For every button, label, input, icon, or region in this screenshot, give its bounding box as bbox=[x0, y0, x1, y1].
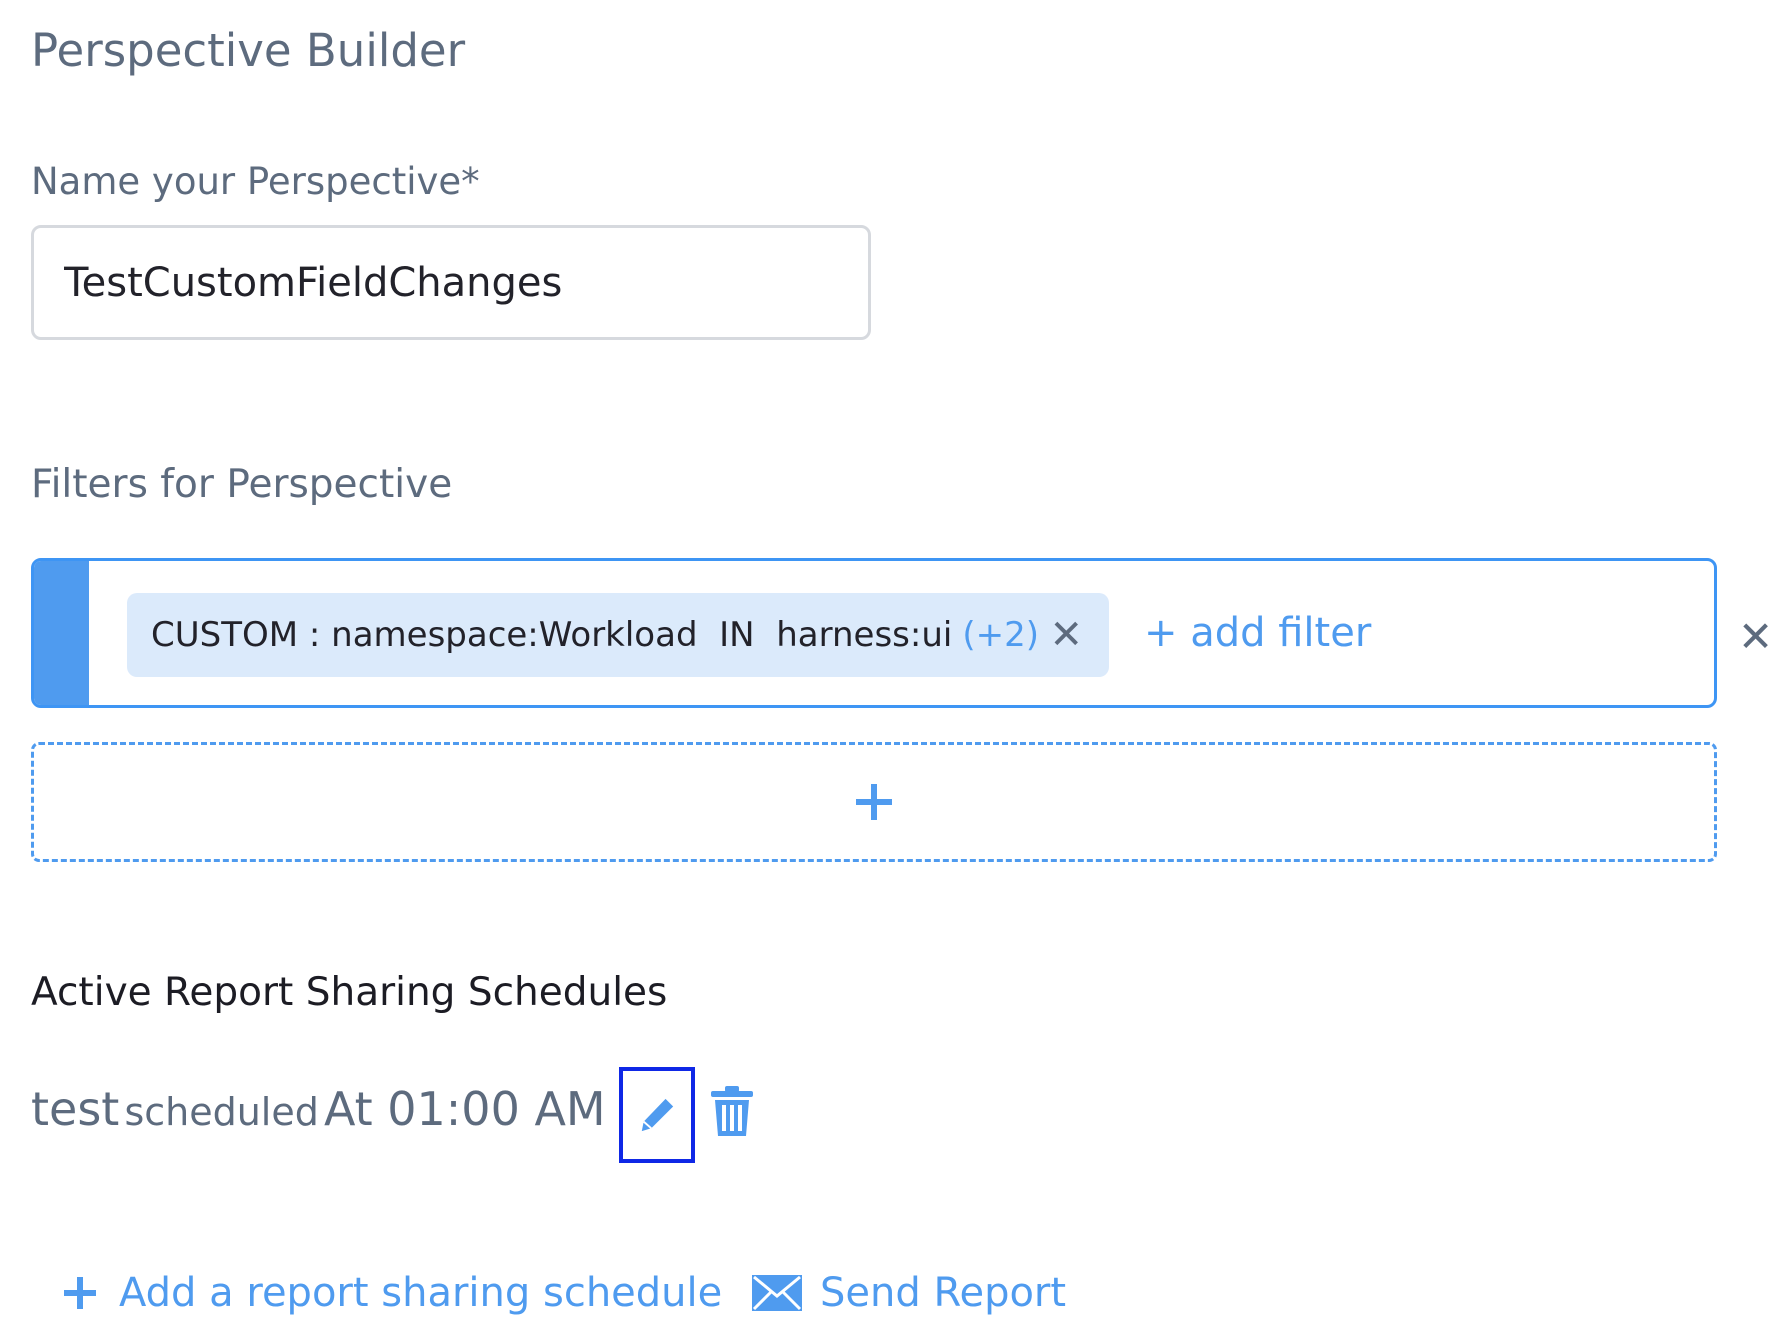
pencil-icon bbox=[641, 1098, 674, 1132]
schedules-title: Active Report Sharing Schedules bbox=[31, 970, 668, 1015]
plus-icon bbox=[856, 784, 892, 820]
add-schedule-button[interactable]: Add a report sharing schedule bbox=[63, 1270, 722, 1316]
trash-icon bbox=[711, 1086, 753, 1136]
filter-group-accent-bar bbox=[34, 561, 89, 705]
plus-icon bbox=[64, 1277, 96, 1309]
send-report-label: Send Report bbox=[820, 1270, 1067, 1316]
filter-chip[interactable]: CUSTOM : namespace:Workload IN harness:u… bbox=[127, 593, 1109, 677]
filter-group: CUSTOM : namespace:Workload IN harness:u… bbox=[31, 558, 1717, 708]
name-field-label: Name your Perspective* bbox=[31, 160, 480, 203]
filters-label: Filters for Perspective bbox=[31, 462, 453, 507]
close-icon[interactable]: ✕ bbox=[1049, 612, 1083, 658]
envelope-icon bbox=[752, 1275, 802, 1311]
schedule-status-word: scheduled bbox=[124, 1090, 319, 1134]
page-title: Perspective Builder bbox=[31, 24, 466, 77]
add-schedule-label: Add a report sharing schedule bbox=[119, 1270, 723, 1316]
filter-chip-text: CUSTOM : namespace:Workload IN harness:u… bbox=[151, 615, 953, 655]
schedule-name: test bbox=[31, 1082, 120, 1136]
schedule-item: test scheduled At 01:00 AM bbox=[31, 1082, 606, 1136]
add-filter-group-button[interactable] bbox=[31, 742, 1717, 862]
edit-schedule-button[interactable] bbox=[619, 1067, 695, 1163]
send-report-button[interactable]: Send Report bbox=[752, 1270, 1066, 1316]
filter-chip-extra-count[interactable]: (+2) bbox=[962, 615, 1039, 655]
perspective-name-input[interactable] bbox=[31, 225, 871, 340]
delete-schedule-button[interactable] bbox=[710, 1085, 754, 1137]
add-filter-button[interactable]: + add filter bbox=[1144, 610, 1371, 656]
close-icon[interactable]: ✕ bbox=[1738, 612, 1772, 661]
schedule-time: At 01:00 AM bbox=[323, 1082, 606, 1136]
